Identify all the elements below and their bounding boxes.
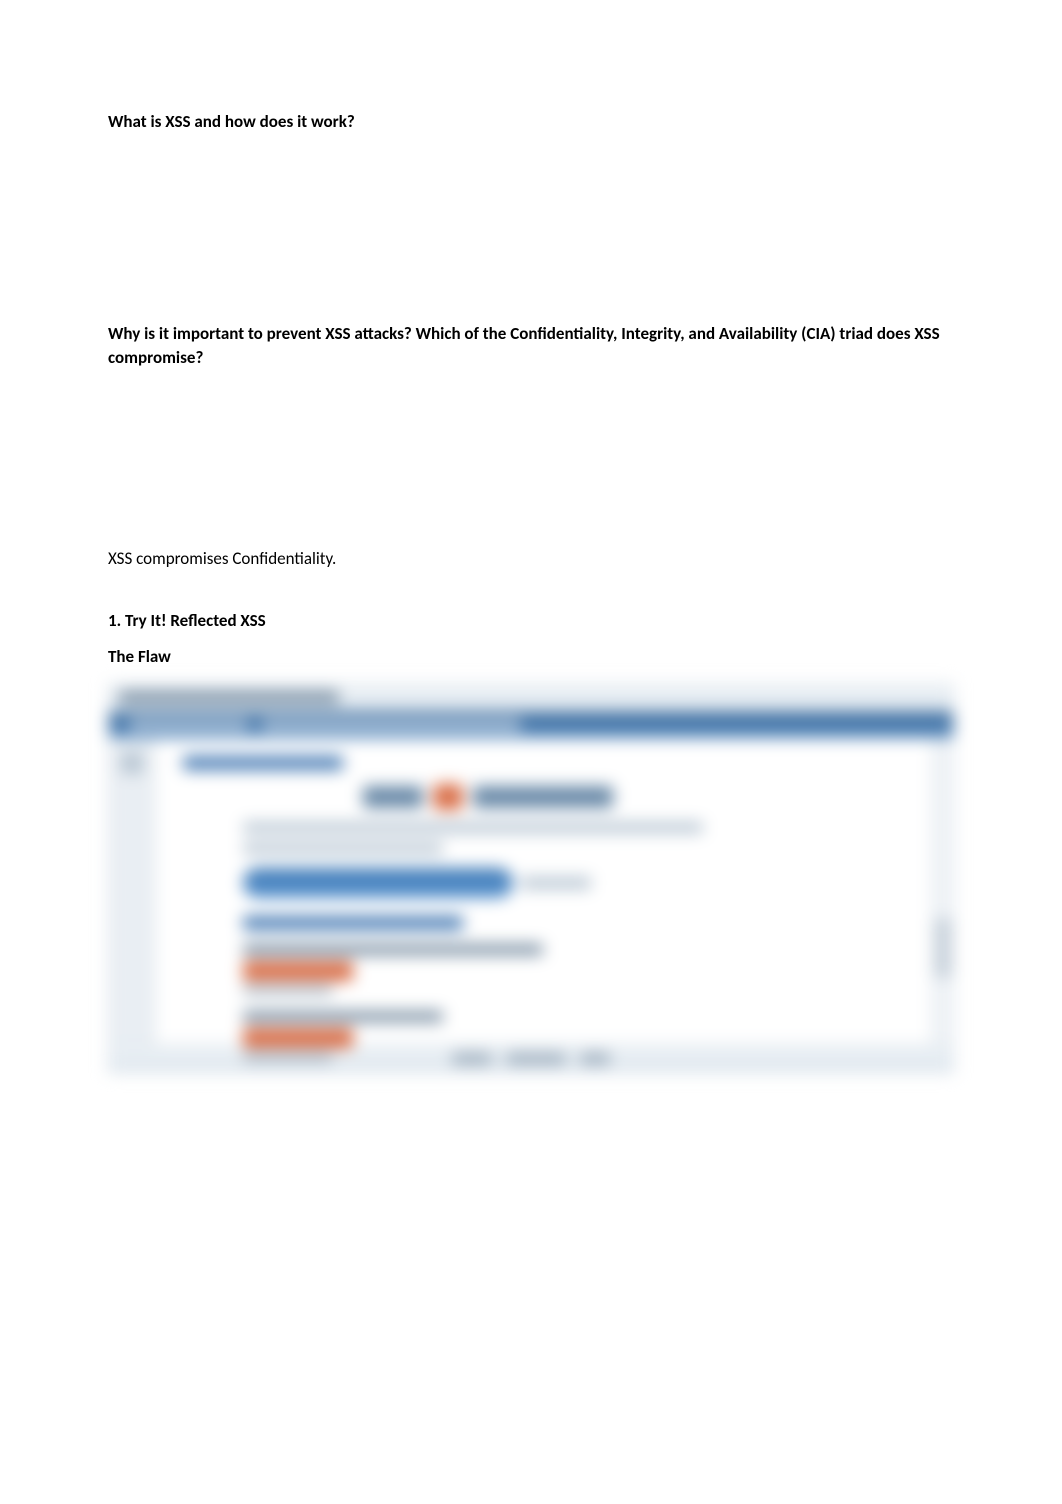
left-sidebar — [109, 738, 155, 1044]
scrollbar-track — [931, 738, 953, 1044]
window-title-placeholder — [119, 691, 339, 703]
search-hint-placeholder — [521, 877, 591, 889]
tab-placeholder — [129, 719, 249, 731]
browser-tabbar — [109, 712, 953, 738]
search-row — [243, 868, 903, 898]
section-1-heading: 1. Try It! Reflected XSS — [108, 609, 954, 633]
tagline-line-1 — [243, 822, 703, 833]
embedded-screenshot-blurred — [108, 683, 954, 1073]
answer-2-text: XSS compromises Confidentiality. — [108, 547, 954, 571]
logo-icon — [433, 784, 463, 810]
tagline-line-2 — [243, 843, 443, 854]
logo-row — [363, 784, 903, 810]
search-input-placeholder — [243, 868, 513, 898]
page-content — [155, 738, 931, 1044]
answer-space-2 — [108, 377, 954, 547]
section-1-subheading: The Flaw — [108, 645, 954, 669]
breadcrumb-placeholder — [183, 756, 343, 770]
results-heading-placeholder — [243, 916, 463, 930]
scrollbar-thumb — [935, 918, 951, 978]
logo-text-left — [363, 786, 423, 808]
search-result-1 — [243, 944, 903, 995]
sidebar-icon-placeholder — [121, 752, 143, 774]
logo-text-right — [473, 786, 613, 808]
result-title-placeholder — [243, 944, 543, 955]
window-titlebar — [109, 684, 953, 712]
question-2: Why is it important to prevent XSS attac… — [108, 322, 954, 370]
question-1: What is XSS and how does it work? — [108, 110, 954, 134]
result-title-placeholder — [243, 1011, 443, 1022]
result-link-placeholder — [243, 1028, 353, 1048]
result-meta-placeholder — [243, 985, 333, 995]
answer-space-1 — [108, 142, 954, 322]
tab-placeholder — [261, 719, 521, 731]
search-result-2 — [243, 1011, 903, 1062]
result-meta-placeholder — [243, 1052, 333, 1062]
result-link-placeholder — [243, 961, 353, 981]
browser-body — [109, 738, 953, 1044]
